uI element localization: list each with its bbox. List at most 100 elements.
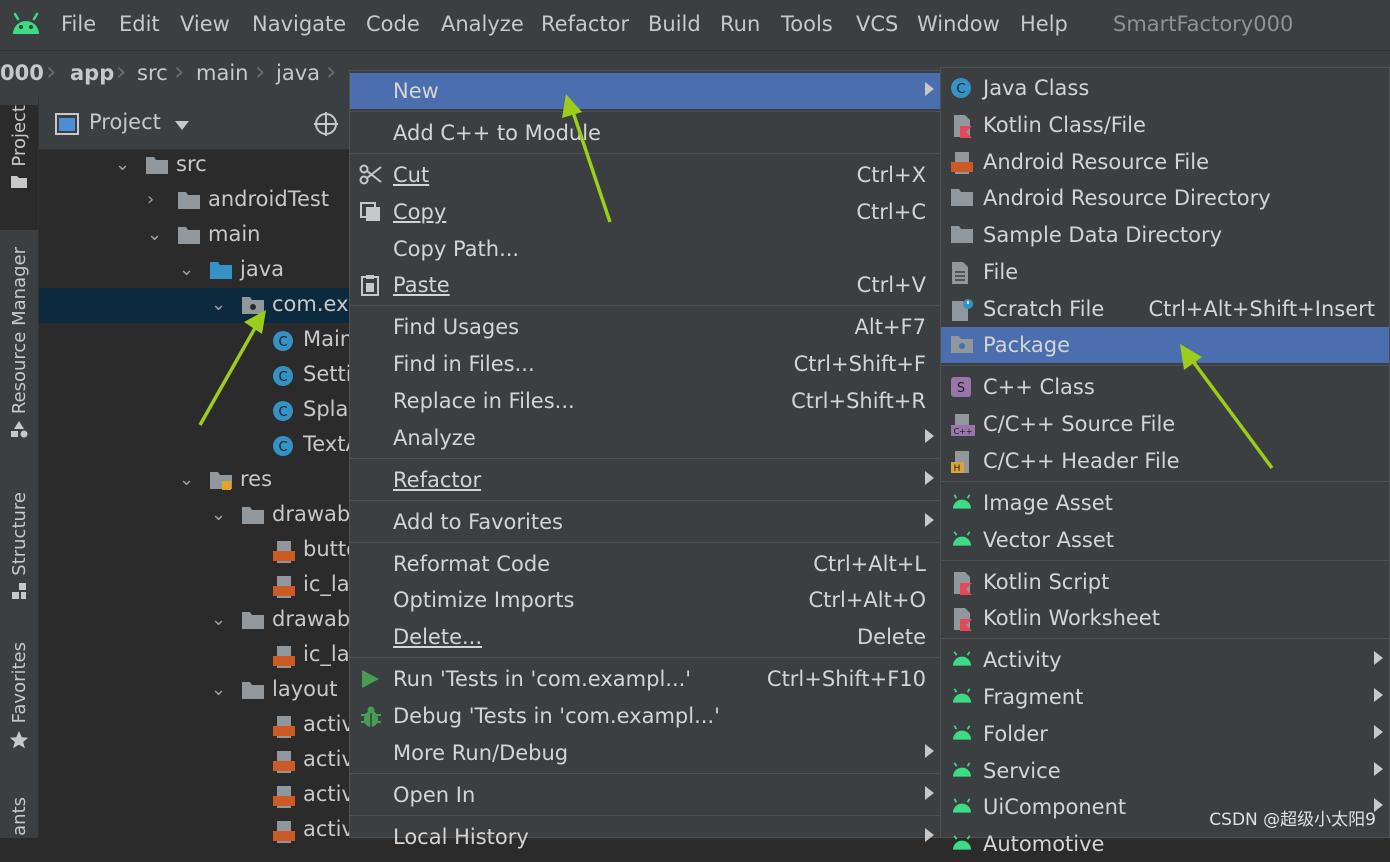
tree-row[interactable]: ⌄ res (39, 463, 351, 498)
chevron-down-icon[interactable]: ⌄ (115, 154, 130, 175)
tree-row[interactable]: ic_la (39, 568, 351, 603)
tree-row[interactable]: activ (39, 813, 354, 848)
menu-tools[interactable]: Tools (781, 12, 833, 36)
menu-item-cut[interactable]: Cut Ctrl+X (350, 157, 940, 193)
menu-view[interactable]: View (180, 12, 230, 36)
menu-window[interactable]: Window (917, 12, 1000, 36)
tree-row-selected[interactable]: ⌄ com.exa (39, 288, 361, 323)
submenu-item-scratch-file[interactable]: Scratch File Ctrl+Alt+Shift+Insert (941, 291, 1389, 327)
tree-row[interactable]: ⌄ java (39, 253, 351, 288)
submenu-item-service[interactable]: Service (941, 753, 1389, 789)
breadcrumb-src[interactable]: src (137, 61, 168, 85)
breadcrumb-main[interactable]: main (196, 61, 248, 85)
chevron-right-icon[interactable]: › (147, 189, 154, 210)
kotlin-script-icon (954, 572, 972, 595)
menu-item-more-run-debug[interactable]: More Run/Debug (350, 735, 940, 771)
menu-item-paste[interactable]: Paste Ctrl+V (350, 267, 940, 303)
menu-item-open-in[interactable]: Open In (350, 777, 940, 813)
menu-file[interactable]: File (61, 12, 96, 36)
tree-row[interactable]: ⌄ src (39, 148, 351, 183)
submenu-item-package[interactable]: Package (941, 327, 1389, 363)
menu-item-label: Java Class (983, 76, 1090, 100)
submenu-item-fragment[interactable]: Fragment (941, 679, 1389, 715)
tree-row[interactable]: C Main (39, 323, 353, 358)
breadcrumb-java[interactable]: java (276, 61, 320, 85)
breadcrumb-separator-icon: › (174, 57, 185, 87)
submenu-item-file[interactable]: File (941, 254, 1389, 290)
menu-run[interactable]: Run (720, 12, 760, 36)
menu-code[interactable]: Code (366, 12, 420, 36)
chevron-down-icon[interactable] (175, 121, 189, 130)
submenu-item-cpp-source-file[interactable]: C++ C/C++ Source File (941, 406, 1389, 442)
menu-item-add-cpp-to-module[interactable]: Add C++ to Module (350, 115, 940, 151)
menu-item-add-to-favorites[interactable]: Add to Favorites (350, 504, 940, 540)
submenu-item-kotlin-script[interactable]: Kotlin Script (941, 564, 1389, 600)
tool-tab-structure[interactable]: Structure (0, 492, 38, 610)
menu-item-debug-tests[interactable]: Debug 'Tests in 'com.exampl...' (350, 698, 940, 734)
menu-item-reformat-code[interactable]: Reformat Code Ctrl+Alt+L (350, 546, 940, 582)
tree-row[interactable]: ic_la (39, 638, 351, 673)
tool-tab-resource-manager[interactable]: Resource Manager (0, 247, 38, 462)
tree-row[interactable]: C Splas (39, 393, 359, 428)
submenu-item-cpp-header-file[interactable]: H C/C++ Header File (941, 443, 1389, 479)
breadcrumb-project[interactable]: 000 (0, 61, 44, 85)
menu-help[interactable]: Help (1020, 12, 1068, 36)
submenu-item-folder[interactable]: Folder (941, 716, 1389, 752)
menu-refactor[interactable]: Refactor (541, 12, 629, 36)
menu-item-label: C/C++ Source File (983, 412, 1176, 436)
submenu-item-cpp-class[interactable]: S C++ Class (941, 369, 1389, 405)
tree-row[interactable]: ⌄ main (39, 218, 351, 253)
menu-item-delete[interactable]: Delete... Delete (350, 619, 940, 655)
menu-item-copy[interactable]: Copy Ctrl+C (350, 194, 940, 230)
tree-row[interactable]: ⌄ drawab (39, 603, 351, 638)
tree-row[interactable]: activ (39, 778, 354, 813)
chevron-down-icon[interactable]: ⌄ (211, 679, 226, 700)
chevron-down-icon[interactable]: ⌄ (211, 609, 226, 630)
menu-item-label: Android Resource File (983, 150, 1209, 174)
tree-row[interactable]: C TextA (39, 428, 360, 463)
menu-item-run-tests[interactable]: Run 'Tests in 'com.exampl...' Ctrl+Shift… (350, 661, 940, 697)
tree-row[interactable]: activ (39, 743, 354, 778)
breadcrumb-app[interactable]: app (70, 61, 114, 85)
submenu-item-android-resource-file[interactable]: Android Resource File (941, 144, 1389, 180)
tree-row[interactable]: ⌄ layout (39, 673, 351, 708)
menu-item-find-usages[interactable]: Find Usages Alt+F7 (350, 309, 940, 345)
submenu-item-vector-asset[interactable]: Vector Asset (941, 522, 1389, 558)
chevron-down-icon[interactable]: ⌄ (179, 469, 194, 490)
menu-item-replace-in-files[interactable]: Replace in Files... Ctrl+Shift+R (350, 383, 940, 419)
submenu-item-kotlin-class-file[interactable]: Kotlin Class/File (941, 107, 1389, 143)
menu-item-find-in-files[interactable]: Find in Files... Ctrl+Shift+F (350, 346, 940, 382)
menu-item-local-history[interactable]: Local History (350, 819, 940, 855)
tree-row[interactable]: › androidTest (39, 183, 351, 218)
menu-item-analyze[interactable]: Analyze (350, 420, 940, 456)
tool-tab-favorites[interactable]: Favorites (0, 642, 38, 760)
project-view-selector[interactable]: Project (89, 110, 161, 134)
locate-icon[interactable] (313, 111, 339, 137)
tree-row[interactable]: C Setti (39, 358, 352, 393)
menu-edit[interactable]: Edit (119, 12, 160, 36)
menu-vcs[interactable]: VCS (856, 12, 898, 36)
menu-navigate[interactable]: Navigate (252, 12, 346, 36)
chevron-down-icon[interactable]: ⌄ (179, 259, 194, 280)
tree-row[interactable]: butto (39, 533, 359, 568)
chevron-down-icon[interactable]: ⌄ (211, 504, 226, 525)
submenu-item-image-asset[interactable]: Image Asset (941, 485, 1389, 521)
menu-build[interactable]: Build (648, 12, 701, 36)
submenu-item-automotive[interactable]: Automotive (941, 826, 1389, 862)
tree-row[interactable]: ⌄ drawab (39, 498, 351, 533)
menu-item-optimize-imports[interactable]: Optimize Imports Ctrl+Alt+O (350, 582, 940, 618)
submenu-item-activity[interactable]: Activity (941, 642, 1389, 678)
menu-analyze[interactable]: Analyze (441, 12, 524, 36)
menu-item-copy-path[interactable]: Copy Path... (350, 231, 940, 267)
submenu-item-sample-data-directory[interactable]: Sample Data Directory (941, 217, 1389, 253)
chevron-down-icon[interactable]: ⌄ (211, 294, 226, 315)
submenu-item-java-class[interactable]: C Java Class (941, 70, 1389, 106)
submenu-item-android-resource-directory[interactable]: Android Resource Directory (941, 180, 1389, 216)
tool-tab-project[interactable]: Project (0, 105, 38, 230)
submenu-item-kotlin-worksheet[interactable]: Kotlin Worksheet (941, 600, 1389, 636)
tool-tab-build-variants[interactable]: ants (0, 797, 38, 838)
menu-item-new[interactable]: New (350, 73, 940, 109)
menu-item-refactor[interactable]: Refactor (350, 462, 940, 498)
chevron-down-icon[interactable]: ⌄ (147, 224, 162, 245)
tree-row[interactable]: activ (39, 708, 354, 743)
